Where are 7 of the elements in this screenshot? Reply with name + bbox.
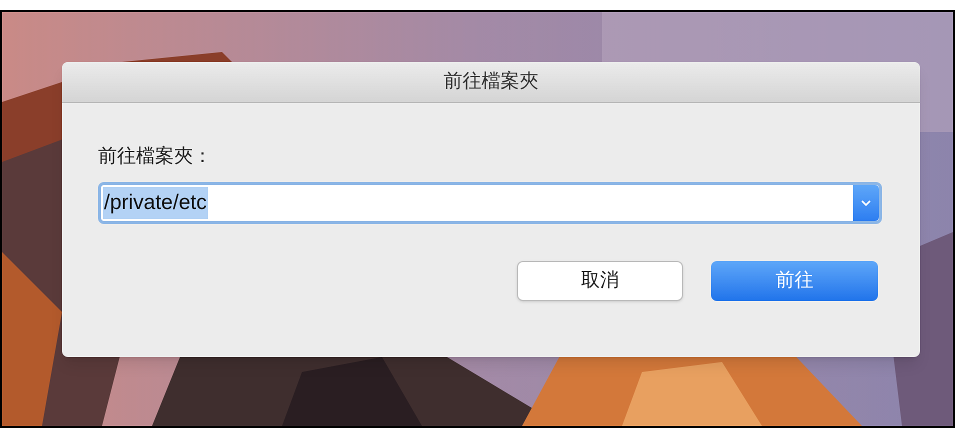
dropdown-button[interactable] xyxy=(853,185,879,221)
path-field[interactable]: /private/etc xyxy=(98,182,882,224)
field-label: 前往檔案夾： xyxy=(98,147,213,166)
path-text: /private/etc xyxy=(103,187,208,219)
dialog-title: 前往檔案夾 xyxy=(444,70,538,94)
cancel-button[interactable]: 取消 xyxy=(517,261,683,301)
chevron-down-icon xyxy=(861,200,871,206)
